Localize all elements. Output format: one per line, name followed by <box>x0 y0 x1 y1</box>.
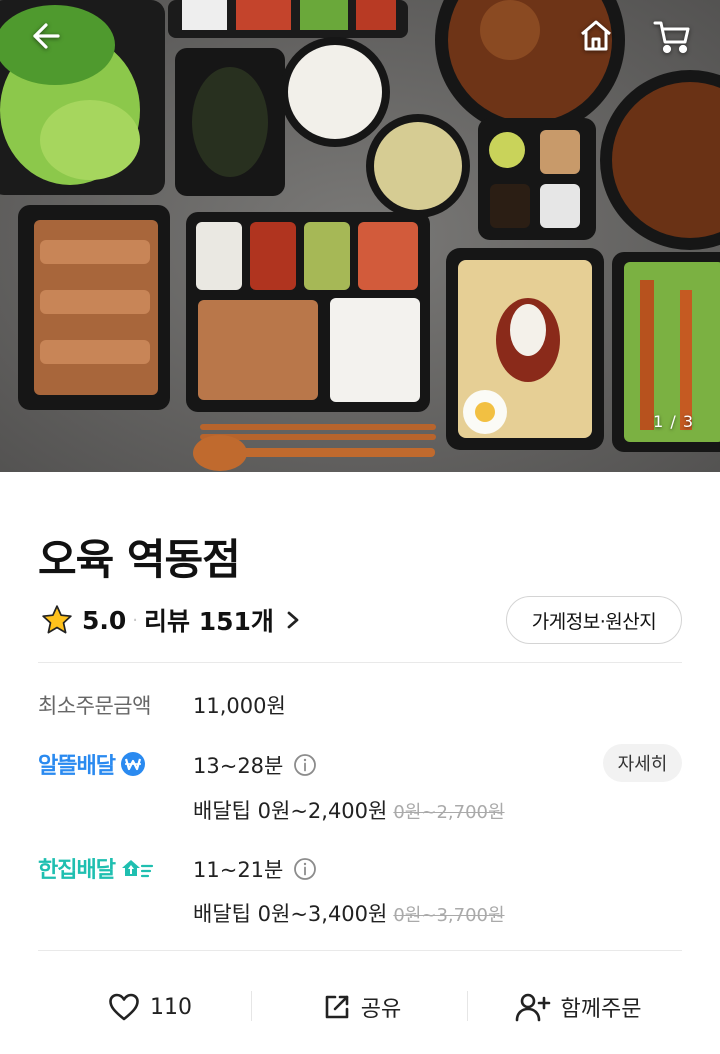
delivery-tip: 배달팁 0원~3,400원 0원~3,700원 <box>193 898 505 928</box>
delivery-time: 11~21분 <box>193 854 317 884</box>
review-count: 리뷰 151개 <box>144 607 274 636</box>
image-page-counter: 1 / 3 <box>653 412 694 431</box>
share-button[interactable]: 공유 <box>262 975 462 1039</box>
like-count: 110 <box>150 994 192 1020</box>
delivery-tip-value: 배달팁 0원~2,400원 <box>193 799 388 823</box>
min-order-label: 최소주문금액 <box>38 694 151 718</box>
divider <box>467 991 468 1021</box>
won-coin-icon <box>120 751 146 777</box>
arrow-left-icon <box>33 23 60 49</box>
divider <box>38 950 682 951</box>
store-info-origin-button[interactable]: 가게정보·원산지 <box>506 596 682 644</box>
home-icon <box>581 20 611 51</box>
share-label: 공유 <box>360 997 402 1022</box>
back-button[interactable] <box>24 14 68 58</box>
group-order-button[interactable]: 함께주문 <box>478 975 678 1039</box>
delivery-time-value: 11~21분 <box>193 858 284 882</box>
rating-score: 5.0 <box>82 605 127 635</box>
delivery-tip-value: 배달팁 0원~3,400원 <box>193 902 388 926</box>
rating-reviews-link[interactable]: 5.0 · 리뷰 151개 <box>40 600 300 640</box>
min-order-value: 11,000원 <box>193 694 286 718</box>
delivery-tip-original: 0원~2,700원 <box>393 802 505 823</box>
detail-button[interactable]: 자세히 <box>603 744 682 782</box>
home-arrow-icon <box>120 855 154 881</box>
delivery-brand-label: 알뜰배달 <box>38 754 116 779</box>
delivery-tip-original: 0원~3,700원 <box>393 905 505 926</box>
add-person-icon <box>515 992 551 1022</box>
cart-button[interactable] <box>650 14 694 58</box>
delivery-brand-label: 한집배달 <box>38 858 116 883</box>
hero-image-carousel[interactable]: 1 / 3 <box>0 0 720 472</box>
store-name: 오육 역동점 <box>38 535 241 584</box>
star-icon <box>42 605 72 634</box>
heart-icon <box>108 992 140 1022</box>
home-button[interactable] <box>574 14 618 58</box>
info-icon[interactable] <box>293 753 317 777</box>
delivery-brand-hanjip: 한집배달 <box>38 852 154 884</box>
chevron-right-icon <box>286 610 300 630</box>
action-bar: 110 공유 함께주문 <box>0 975 720 1039</box>
rating-separator: · <box>132 609 139 631</box>
like-button[interactable]: 110 <box>50 975 250 1039</box>
food-photo <box>0 0 720 472</box>
info-icon[interactable] <box>293 857 317 881</box>
delivery-time: 13~28분 <box>193 750 317 780</box>
delivery-tip: 배달팁 0원~2,400원 0원~2,700원 <box>193 795 505 825</box>
cart-icon <box>653 21 690 54</box>
divider <box>251 991 252 1021</box>
delivery-brand-altteul: 알뜰배달 <box>38 748 146 780</box>
delivery-time-value: 13~28분 <box>193 754 284 778</box>
share-icon <box>323 993 351 1021</box>
divider <box>38 662 682 663</box>
group-order-label: 함께주문 <box>560 997 642 1022</box>
